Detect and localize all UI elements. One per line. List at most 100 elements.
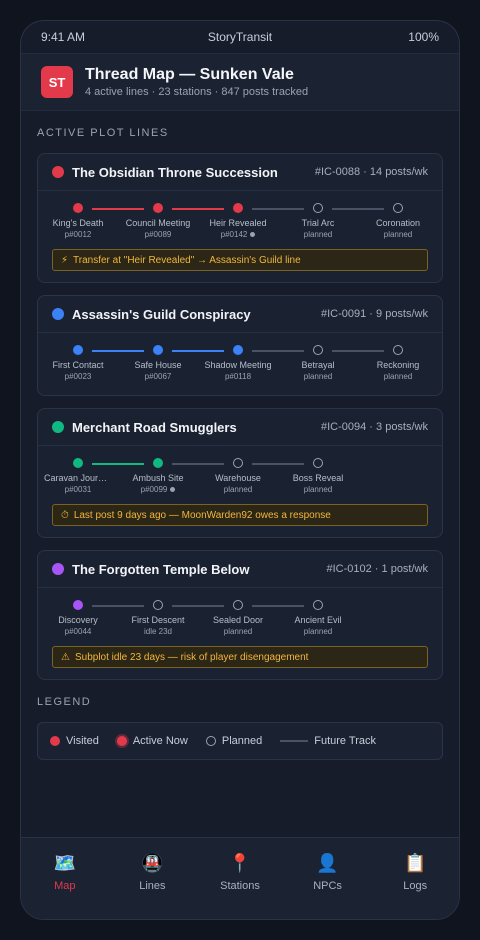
station-node	[73, 600, 83, 610]
station-node	[153, 203, 163, 213]
station-planned[interactable]: Ancient Evil planned	[284, 600, 352, 636]
app-header: ST Thread Map — Sunken Vale 4 active lin…	[21, 53, 459, 111]
station-sub-text: p#0067	[144, 372, 172, 381]
station-planned[interactable]: Coronation planned	[364, 203, 432, 239]
tab-stations[interactable]: 📍 Stations	[210, 852, 270, 919]
plot-line-title-wrap: The Obsidian Throne Succession	[52, 165, 278, 180]
line-color-dot	[52, 421, 64, 433]
station-sub: planned	[364, 230, 432, 239]
station-planned[interactable]: Sealed Door planned	[204, 600, 272, 636]
station-sub: planned	[204, 485, 272, 494]
person-icon: 👤	[316, 853, 339, 873]
legend-dot-planned	[205, 736, 216, 746]
tab-label-map: Map	[54, 880, 76, 892]
page-title: Thread Map — Sunken Vale	[85, 66, 294, 83]
tab-map[interactable]: 🗺️ Map	[35, 852, 95, 919]
tab-lines[interactable]: 🚇 Lines	[122, 852, 182, 919]
station-sub-text: p#0142	[220, 230, 248, 239]
tab-logs[interactable]: 📋 Logs	[385, 852, 445, 919]
station-name: First Descent	[131, 615, 185, 625]
station-sub-text: p#0118	[224, 372, 252, 381]
station-node	[313, 203, 323, 213]
station-name: Boss Reveal	[292, 473, 344, 483]
station-sub-text: p#0099	[140, 485, 168, 494]
alert-text: Last post 9 days ago — MoonWarden92 owes…	[73, 509, 331, 521]
station-planned[interactable]: Trial Arc planned	[284, 203, 352, 239]
plot-line-alert[interactable]: ⚠ Subplot idle 23 days — risk of player d…	[52, 646, 428, 668]
line-color-dot	[52, 563, 64, 575]
station-visited[interactable]: King's Death p#0012	[44, 203, 112, 239]
station-name: Caravan Journey	[44, 473, 112, 483]
station-planned[interactable]: Warehouse planned	[204, 458, 272, 494]
plot-line-card[interactable]: Merchant Road Smugglers #IC-0094 · 3 post…	[37, 408, 443, 538]
station-track: King's Death p#0012 Council Meeting p#0089 H…	[48, 191, 432, 247]
active-indicator-dot	[170, 487, 176, 493]
station-sub-text: planned	[303, 230, 333, 239]
legend-label-planned: Planned	[221, 735, 263, 747]
map-icon: 🗺️	[53, 853, 76, 873]
plot-line-title: The Obsidian Throne Succession	[72, 164, 278, 180]
tab-npcs[interactable]: 👤 NPCs	[298, 852, 358, 919]
alert-text: Subplot idle 23 days — risk of player di…	[74, 651, 309, 663]
station-sub: planned	[204, 627, 272, 636]
station-node	[393, 345, 403, 355]
clipboard-icon: 📋	[403, 853, 427, 873]
station-name: Betrayal	[301, 360, 335, 370]
station-node	[233, 458, 243, 468]
station-sub-text: planned	[383, 372, 413, 381]
plot-line-title-wrap: Assassin's Guild Conspiracy	[52, 307, 251, 322]
station-sub: idle 23d	[124, 627, 192, 636]
plot-line-card[interactable]: The Obsidian Throne Succession #IC-0088 ·…	[37, 153, 443, 283]
plot-line-alert[interactable]: ⚡ Transfer at "Heir Revealed" → Assassin'…	[52, 249, 428, 271]
station-sub: planned	[364, 372, 432, 381]
station-planned[interactable]: Betrayal planned	[284, 345, 352, 381]
active-indicator-dot	[250, 232, 256, 238]
station-node	[313, 345, 323, 355]
station-name: Discovery	[58, 615, 98, 625]
plot-line-card[interactable]: The Forgotten Temple Below #IC-0102 · 1 p…	[37, 550, 443, 680]
station-node	[153, 345, 163, 355]
station-sub: p#0099	[124, 485, 192, 494]
card-spacer	[38, 389, 442, 395]
station-sub-text: p#0023	[64, 372, 92, 381]
legend-label-visited: Visited	[66, 735, 99, 747]
app-logo: ST	[41, 66, 73, 98]
station-node	[73, 203, 83, 213]
station-node	[153, 600, 163, 610]
plot-line-card[interactable]: Assassin's Guild Conspiracy #IC-0091 · 9 …	[37, 295, 443, 396]
station-visited[interactable]: First Contact p#0023	[44, 345, 112, 381]
station-visited[interactable]: Caravan Journey p#0031	[44, 458, 112, 494]
station-name: Safe House	[134, 360, 182, 370]
plot-line-title-wrap: Merchant Road Smugglers	[52, 420, 237, 435]
station-sub-text: p#0031	[64, 485, 92, 494]
plot-line-meta: #IC-0091 · 9 posts/wk	[321, 308, 428, 320]
station-visited[interactable]: Safe House p#0067	[124, 345, 192, 381]
section-label-legend: LEGEND	[37, 696, 92, 708]
station-track: First Contact p#0023 Safe House p#0067 Shado…	[48, 333, 432, 389]
station-sub-text: p#0089	[144, 230, 172, 239]
tab-label-logs: Logs	[403, 880, 428, 892]
station-node	[233, 345, 243, 355]
station-active[interactable]: Heir Revealed p#0142	[204, 203, 272, 239]
page-subtitle: 4 active lines · 23 stations · 847 posts…	[85, 86, 309, 98]
station-sub-text: planned	[303, 485, 333, 494]
station-planned[interactable]: Boss Reveal planned	[284, 458, 352, 494]
station-sub: p#0118	[204, 372, 272, 381]
station-sub-text: planned	[223, 627, 253, 636]
station-node	[233, 600, 243, 610]
station-visited[interactable]: Shadow Meeting p#0118	[204, 345, 272, 381]
station-active[interactable]: Ambush Site p#0099	[124, 458, 192, 494]
station-sub-text: planned	[223, 485, 253, 494]
station-planned[interactable]: First Descent idle 23d	[124, 600, 192, 636]
station-sub: p#0031	[44, 485, 112, 494]
station-visited[interactable]: Council Meeting p#0089	[124, 203, 192, 239]
station-planned[interactable]: Reckoning planned	[364, 345, 432, 381]
station-track: Caravan Journey p#0031 Ambush Site p#0099 Wa…	[44, 446, 432, 502]
station-sub: p#0067	[124, 372, 192, 381]
line-color-dot	[52, 308, 64, 320]
station-sub: p#0044	[44, 627, 112, 636]
plot-line-alert[interactable]: ⏱ Last post 9 days ago — MoonWarden92 owe…	[52, 504, 428, 526]
station-name: Heir Revealed	[209, 218, 267, 228]
station-visited[interactable]: Discovery p#0044	[44, 600, 112, 636]
plot-line-title: Merchant Road Smugglers	[72, 419, 237, 435]
